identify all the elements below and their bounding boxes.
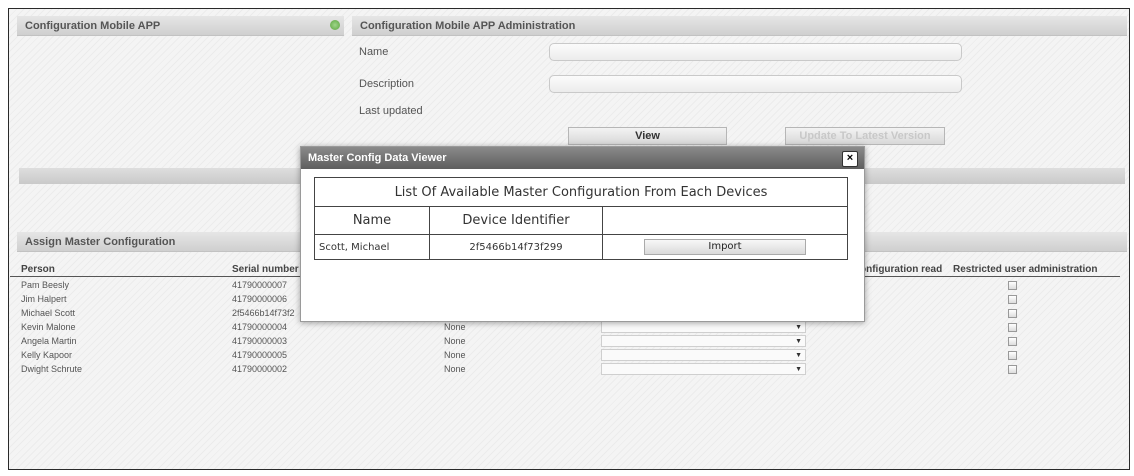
restricted-checkbox[interactable]: [1008, 337, 1017, 346]
person-cell: Michael Scott: [21, 308, 76, 318]
name-cell: Scott, Michael: [314, 234, 430, 260]
left-panel-title: Configuration Mobile APP: [25, 20, 161, 32]
master-config-data-viewer-dialog: Master Config Data Viewer × List Of Avai…: [300, 146, 865, 322]
table-row: Scott, Michael 2f5466b14f73f299 Import: [314, 234, 848, 260]
configuration-status-cell: None: [444, 364, 466, 374]
serial-cell: 41790000004: [232, 322, 288, 332]
person-cell: Kevin Malone: [21, 322, 76, 332]
configuration-status-cell: None: [444, 322, 466, 332]
column-header-restricted-user-administration: Restricted user administration: [953, 264, 1098, 275]
dialog-title: Master Config Data Viewer: [308, 152, 447, 164]
column-header-name: Name: [314, 206, 430, 235]
table-caption: List Of Available Master Configuration F…: [314, 177, 848, 207]
column-header-serial-number: Serial number: [232, 264, 299, 275]
restricted-checkbox[interactable]: [1008, 351, 1017, 360]
description-label: Description: [359, 78, 415, 90]
master-configuration-table: List Of Available Master Configuration F…: [314, 177, 848, 260]
column-header-device-identifier: Device Identifier: [429, 206, 603, 235]
description-field[interactable]: [549, 75, 962, 93]
update-to-latest-version-button[interactable]: Update To Latest Version: [785, 127, 945, 145]
person-cell: Pam Beesly: [21, 280, 70, 290]
serial-cell: 2f5466b14f73f2: [232, 308, 295, 318]
dropdown-arrow-icon: ▼: [795, 338, 802, 345]
person-cell: Kelly Kapoor: [21, 350, 73, 360]
assign-panel-title: Assign Master Configuration: [25, 236, 176, 248]
dropdown-arrow-icon: ▼: [795, 324, 802, 331]
configuration-status-cell: None: [444, 336, 466, 346]
serial-cell: 41790000007: [232, 280, 288, 290]
restricted-checkbox[interactable]: [1008, 295, 1017, 304]
restricted-checkbox[interactable]: [1008, 281, 1017, 290]
import-button[interactable]: Import: [644, 239, 806, 255]
master-configuration-select[interactable]: ▼: [601, 363, 806, 375]
name-label: Name: [359, 46, 389, 58]
restricted-checkbox[interactable]: [1008, 323, 1017, 332]
last-updated-label: Last updated: [359, 105, 423, 117]
person-cell: Angela Martin: [21, 336, 77, 346]
admin-panel-header: Configuration Mobile APP Administration: [352, 16, 1127, 36]
column-header-action: [602, 206, 848, 235]
dropdown-arrow-icon: ▼: [795, 366, 802, 373]
serial-cell: 41790000002: [232, 364, 288, 374]
left-panel-header: Configuration Mobile APP: [17, 16, 344, 36]
serial-cell: 41790000003: [232, 336, 288, 346]
refresh-icon[interactable]: [330, 20, 340, 30]
serial-cell: 41790000005: [232, 350, 288, 360]
restricted-checkbox[interactable]: [1008, 365, 1017, 374]
master-configuration-select[interactable]: ▼: [601, 335, 806, 347]
master-configuration-select[interactable]: ▼: [601, 349, 806, 361]
view-button[interactable]: View: [568, 127, 727, 145]
close-icon[interactable]: ×: [842, 151, 858, 167]
name-field[interactable]: [549, 43, 962, 61]
column-header-person: Person: [21, 264, 55, 275]
dialog-title-bar: Master Config Data Viewer ×: [301, 147, 864, 169]
master-configuration-select[interactable]: ▼: [601, 321, 806, 333]
serial-cell: 41790000006: [232, 294, 288, 304]
person-cell: Dwight Schrute: [21, 364, 83, 374]
column-header-configuration-read: onfiguration read: [860, 264, 943, 275]
restricted-checkbox[interactable]: [1008, 309, 1017, 318]
dropdown-arrow-icon: ▼: [795, 352, 802, 359]
person-cell: Jim Halpert: [21, 294, 67, 304]
configuration-status-cell: None: [444, 350, 466, 360]
admin-panel-title: Configuration Mobile APP Administration: [360, 20, 576, 32]
action-cell: Import: [602, 234, 848, 260]
device-identifier-cell: 2f5466b14f73f299: [429, 234, 603, 260]
